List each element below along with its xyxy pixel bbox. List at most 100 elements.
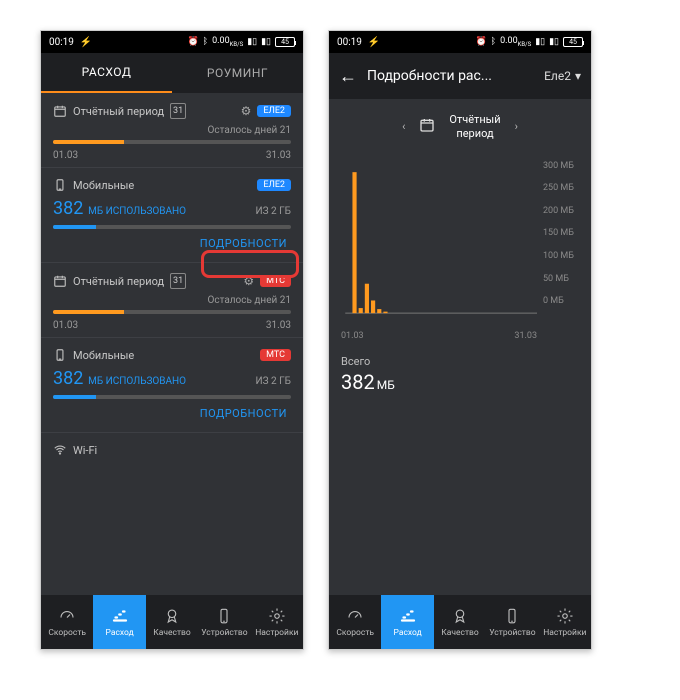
calendar-icon — [53, 104, 67, 118]
wifi-icon — [53, 443, 67, 457]
phone-right: 00:19 ⚡ ⏰ ᛒ 0.00KB/S ▮▯ ▮▯ 45 ← Подробно… — [328, 30, 592, 650]
days-remaining: Осталось дней 21 — [53, 125, 291, 136]
nav-device[interactable]: Устройство — [486, 595, 538, 649]
used-value: 382 — [53, 198, 83, 219]
details-button[interactable]: ПОДРОБНОСТИ — [200, 237, 287, 250]
app-bar: ← Подробности рас... Еле2 ▾ — [329, 53, 591, 99]
nav-usage[interactable]: Расход — [93, 595, 145, 649]
chart-y-axis: 300 МБ250 МБ200 МБ150 МБ100 МБ50 МБ0 МБ — [537, 161, 581, 307]
gauge-icon — [346, 607, 364, 625]
back-button[interactable]: ← — [339, 66, 357, 87]
chevron-down-icon: ▾ — [575, 69, 581, 83]
used-unit: МБ ИСПОЛЬЗОВАНО — [88, 376, 186, 387]
nav-label: Скорость — [336, 628, 374, 638]
gear-icon[interactable]: ⚙ — [241, 104, 252, 118]
alarm-icon: ⏰ — [475, 37, 486, 47]
period-progress — [53, 140, 291, 144]
app-indicator-icon: ⚡ — [80, 37, 92, 48]
phone-icon — [215, 607, 233, 625]
bars-icon — [399, 607, 417, 625]
bluetooth-icon: ᛒ — [491, 37, 496, 47]
details-button-wrap: ПОДРОБНОСТИ — [53, 229, 291, 256]
days-remaining: Осталось дней 21 — [53, 295, 291, 306]
total-label: Всего — [341, 355, 579, 368]
period-to: 31.03 — [266, 150, 291, 161]
nav-label: Устройство — [489, 628, 535, 638]
nav-label: Устройство — [201, 628, 247, 638]
nav-settings[interactable]: Настройки — [251, 595, 303, 649]
settings-icon — [556, 607, 574, 625]
gauge-icon — [58, 607, 76, 625]
settings-icon — [268, 607, 286, 625]
used-of: ИЗ 2 ГБ — [255, 206, 291, 217]
details-button-wrap: ПОДРОБНОСТИ — [53, 399, 291, 426]
total-block: Всего 382МБ — [329, 341, 591, 408]
chevron-right-icon[interactable]: › — [515, 120, 518, 133]
clock: 00:19 — [49, 37, 74, 48]
usage-chart: 300 МБ250 МБ200 МБ150 МБ100 МБ50 МБ0 МБ — [329, 155, 591, 330]
status-bar: 00:19 ⚡ ⏰ ᛒ 0.00KB/S ▮▯ ▮▯ 45 — [329, 31, 591, 53]
signal-icon: ▮▯ — [535, 37, 545, 47]
period-section-ele2: Отчётный период 31 ⚙ ЕЛЕ2 Осталось дней … — [41, 93, 303, 168]
nav-label: Настройки — [543, 628, 586, 638]
x-from: 01.03 — [341, 331, 364, 341]
app-indicator-icon: ⚡ — [368, 37, 380, 48]
medal-icon — [451, 607, 469, 625]
period-title: Отчётный период — [73, 105, 164, 118]
nav-device[interactable]: Устройство — [198, 595, 250, 649]
nav-label: Расход — [106, 628, 134, 638]
nav-speed[interactable]: Скорость — [329, 595, 381, 649]
clock: 00:19 — [337, 37, 362, 48]
bars-icon — [111, 607, 129, 625]
nav-speed[interactable]: Скорость — [41, 595, 93, 649]
period-switcher: ‹ Отчётный период › — [329, 99, 591, 155]
total-value: 382 — [341, 370, 375, 394]
phone-icon — [503, 607, 521, 625]
chart-canvas — [339, 161, 537, 328]
used-of: ИЗ 2 ГБ — [255, 376, 291, 387]
tab-roaming[interactable]: РОУМИНГ — [172, 53, 303, 93]
wifi-section: Wi-Fi — [41, 433, 303, 457]
nav-settings[interactable]: Настройки — [539, 595, 591, 649]
mobile-section-ele2: Мобильные ЕЛЕ2 382 МБ ИСПОЛЬЗОВАНО ИЗ 2 … — [41, 168, 303, 263]
mobile-title: Мобильные — [73, 349, 134, 362]
provider-pill-ele2: ЕЛЕ2 — [257, 105, 291, 117]
tab-usage[interactable]: РАСХОД — [41, 53, 172, 93]
period-progress — [53, 310, 291, 314]
nav-usage[interactable]: Расход — [381, 595, 433, 649]
provider-selector[interactable]: Еле2 ▾ — [544, 69, 581, 83]
signal-icon-2: ▮▯ — [261, 37, 271, 47]
gear-icon[interactable]: ⚙ — [243, 274, 254, 288]
chevron-left-icon[interactable]: ‹ — [402, 120, 405, 133]
x-to: 31.03 — [514, 331, 537, 341]
period-day-badge: 31 — [170, 103, 186, 119]
mobile-title: Мобильные — [73, 179, 134, 192]
nav-label: Расход — [394, 628, 422, 638]
net-speed-icon: 0.00KB/S — [212, 36, 243, 48]
battery-icon: 45 — [563, 37, 583, 47]
signal-icon-2: ▮▯ — [549, 37, 559, 47]
battery-icon: 45 — [275, 37, 295, 47]
details-button[interactable]: ПОДРОБНОСТИ — [200, 407, 287, 420]
provider-pill-mts: МТС — [260, 349, 291, 361]
period-label[interactable]: Отчётный период — [449, 113, 500, 141]
status-bar: 00:19 ⚡ ⏰ ᛒ 0.00KB/S ▮▯ ▮▯ 45 — [41, 31, 303, 53]
mobile-icon — [53, 178, 67, 192]
net-speed-icon: 0.00KB/S — [500, 36, 531, 48]
nav-label: Настройки — [255, 628, 298, 638]
nav-quality[interactable]: Качество — [146, 595, 198, 649]
period-from: 01.03 — [53, 150, 78, 161]
bluetooth-icon: ᛒ — [203, 37, 208, 47]
phone-left: 00:19 ⚡ ⏰ ᛒ 0.00KB/S ▮▯ ▮▯ 45 РАСХОД РОУ… — [40, 30, 304, 650]
bottom-nav: Скорость Расход Качество Устройство Наст… — [41, 595, 303, 649]
chart-x-axis: 01.03 31.03 — [329, 329, 591, 341]
calendar-icon — [53, 274, 67, 288]
mobile-icon — [53, 348, 67, 362]
usage-content: Отчётный период 31 ⚙ ЕЛЕ2 Осталось дней … — [41, 93, 303, 595]
top-tabs: РАСХОД РОУМИНГ — [41, 53, 303, 93]
period-from: 01.03 — [53, 320, 78, 331]
nav-quality[interactable]: Качество — [434, 595, 486, 649]
period-to: 31.03 — [266, 320, 291, 331]
period-day-badge: 31 — [170, 273, 186, 289]
wifi-title: Wi-Fi — [73, 444, 97, 457]
